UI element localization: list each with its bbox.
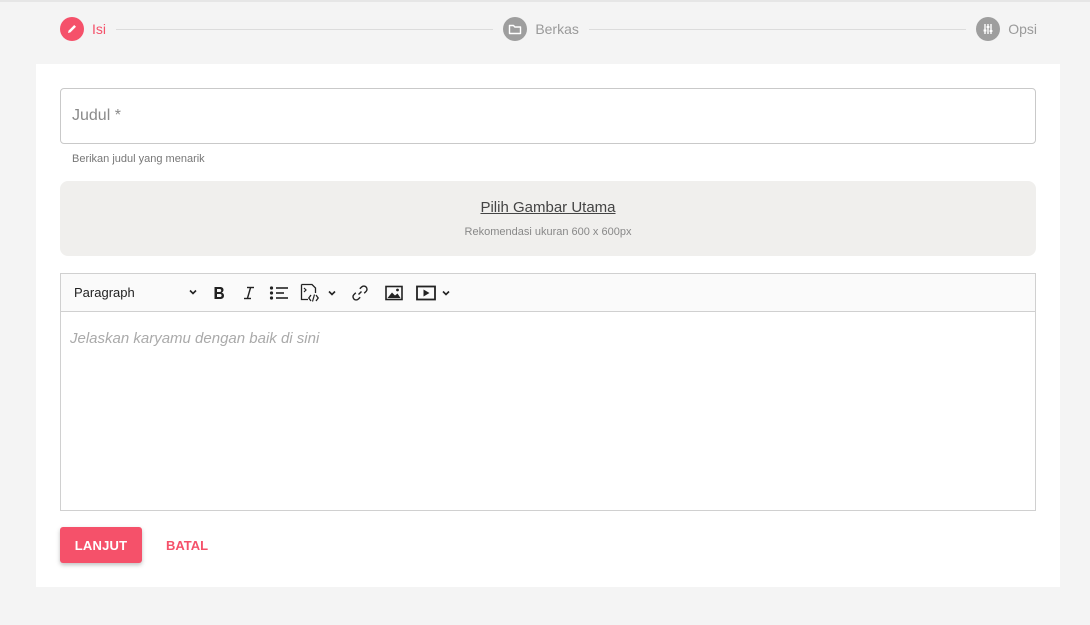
italic-icon — [244, 286, 254, 299]
paragraph-format-dropdown[interactable]: Paragraph — [74, 285, 198, 300]
next-button[interactable]: LANJUT — [60, 527, 142, 563]
step-berkas[interactable]: Berkas — [503, 17, 579, 41]
top-divider — [0, 0, 1090, 2]
pencil-icon — [60, 17, 84, 41]
step-label: Opsi — [1008, 21, 1037, 37]
cancel-button[interactable]: BATAL — [158, 527, 216, 563]
italic-button[interactable] — [239, 279, 259, 307]
html-embed-dropdown[interactable] — [299, 279, 339, 307]
step-opsi[interactable]: Opsi — [976, 17, 1037, 41]
folder-icon — [503, 17, 528, 41]
link-button[interactable] — [348, 279, 372, 307]
editor-placeholder: Jelaskan karyamu dengan baik di sini — [70, 330, 320, 347]
media-icon — [416, 285, 436, 300]
step-label: Isi — [92, 21, 106, 37]
chevron-down-icon — [188, 285, 198, 300]
sliders-icon — [976, 17, 1001, 41]
form-card: Berikan judul yang menarik Pilih Gambar … — [36, 64, 1060, 587]
title-field[interactable] — [60, 88, 1036, 144]
bulleted-list-button[interactable] — [268, 279, 290, 307]
chevron-down-icon — [442, 290, 450, 296]
title-input[interactable] — [61, 89, 1035, 143]
insert-media-dropdown[interactable] — [416, 279, 456, 307]
step-label: Berkas — [535, 21, 579, 37]
cover-image-size-hint: Rekomendasi ukuran 600 x 600px — [464, 226, 632, 238]
insert-image-button[interactable] — [381, 279, 407, 307]
choose-cover-image-link[interactable]: Pilih Gambar Utama — [480, 199, 615, 216]
paragraph-format-label: Paragraph — [74, 285, 135, 300]
step-connector — [588, 28, 967, 30]
step-isi[interactable]: Isi — [60, 17, 106, 41]
editor-toolbar: Paragraph — [60, 273, 1036, 312]
cover-image-dropzone[interactable]: Pilih Gambar Utama Rekomendasi ukuran 60… — [60, 181, 1036, 256]
title-helper-text: Berikan judul yang menarik — [72, 153, 205, 165]
image-icon — [385, 285, 403, 300]
html-embed-icon — [300, 283, 320, 302]
bold-button[interactable] — [208, 279, 230, 307]
link-icon — [352, 284, 368, 301]
stepper: Isi Berkas Opsi — [60, 16, 1037, 42]
bold-icon — [214, 286, 224, 299]
bulleted-list-icon — [269, 285, 288, 300]
chevron-down-icon — [328, 290, 336, 296]
step-connector — [116, 28, 494, 30]
rich-text-editor[interactable]: Jelaskan karyamu dengan baik di sini — [60, 311, 1036, 511]
